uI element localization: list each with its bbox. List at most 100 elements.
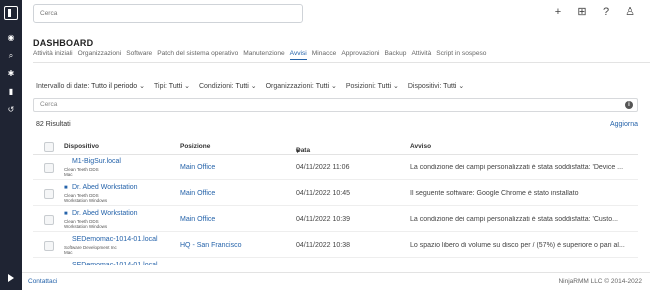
tab-10[interactable]: Script in sospeso	[436, 50, 486, 60]
app-logo-icon[interactable]	[4, 6, 18, 20]
alerts-table-body: M1-BigSur.local Clean Teeth DDS Mac Main Of…	[33, 155, 638, 265]
search-icon[interactable]: ⌕	[0, 51, 22, 61]
table-row[interactable]: M1-BigSur.local Clean Teeth DDS Mac Main Of…	[33, 155, 638, 180]
filter-0[interactable]: Intervallo di date: Tutto il periodo ⌄	[36, 82, 145, 90]
grid-icon[interactable]: ⊞	[576, 6, 588, 18]
filter-value: Tutti	[315, 83, 330, 90]
device-name: SEDemomac-1014-01.local	[71, 236, 158, 243]
alert-date: 04/11/2022 10:45	[296, 190, 350, 197]
chevron-down-icon: ⌄	[248, 83, 257, 90]
filter-3[interactable]: Organizzazioni: Tutti ⌄	[266, 82, 337, 90]
chevron-down-icon: ⌄	[182, 83, 190, 90]
filter-value: Tutti	[377, 83, 392, 90]
copyright: NinjaRMM LLC © 2014-2022	[558, 278, 642, 285]
refresh-link[interactable]: Aggiorna	[610, 121, 638, 128]
top-actions: + ⊞ ? ♙	[552, 6, 636, 18]
position-link[interactable]: Main Office	[180, 190, 215, 197]
filter-value: Tutto il periodo	[91, 83, 138, 90]
plus-icon[interactable]: +	[552, 6, 564, 18]
device-link[interactable]: M1-BigSur.local	[64, 158, 121, 165]
filter-label: Condizioni:	[198, 83, 234, 90]
filter-label: Intervallo di date:	[36, 83, 90, 90]
device-type: Mac	[64, 250, 73, 255]
user-icon[interactable]: ♙	[624, 6, 636, 18]
device-type: Workstation Windows	[64, 198, 108, 203]
row-checkbox[interactable]	[44, 189, 54, 199]
column-device[interactable]: Dispositivo	[64, 143, 99, 150]
tab-8[interactable]: Backup	[384, 50, 406, 60]
alert-date: 04/11/2022 10:38	[296, 242, 350, 249]
help-icon[interactable]: ?	[600, 6, 612, 18]
contact-link[interactable]: Contattaci	[28, 278, 57, 285]
device-name: Dr. Abed Workstation	[71, 184, 138, 191]
global-search-input[interactable]: Cerca	[33, 4, 303, 23]
chevron-down-icon: ⌄	[391, 83, 399, 90]
filter-value: Tutti	[168, 83, 183, 90]
column-alert[interactable]: Avviso	[410, 143, 431, 150]
table-search-placeholder: Cerca	[40, 101, 58, 108]
tab-9[interactable]: Attività	[411, 50, 431, 60]
filter-5[interactable]: Dispositivi: Tutti ⌄	[408, 82, 464, 90]
select-all-checkbox[interactable]	[44, 142, 54, 152]
tab-4[interactable]: Manutenzione	[243, 50, 284, 60]
alert-text: La condizione dei campi personalizzati è…	[410, 164, 624, 171]
filter-1[interactable]: Tipi: Tutti ⌄	[154, 82, 190, 90]
filter-4[interactable]: Posizioni: Tutti ⌄	[346, 82, 399, 90]
dashboard-icon[interactable]: ◉	[0, 33, 22, 43]
table-row[interactable]: SEDemomac-1014-01.local Software Developm…	[33, 233, 638, 258]
left-rail: ◉ ⌕ ✱ ▮ ↺	[0, 0, 22, 290]
filter-value: Tutti	[235, 83, 249, 90]
main-area: Cerca + ⊞ ? ♙ DASHBOARD Attività inizial…	[22, 0, 650, 290]
history-icon[interactable]: ↺	[0, 105, 22, 115]
position-link[interactable]: HQ - San Francisco	[180, 242, 241, 249]
device-link[interactable]: SEDemomac-1014-01.local	[64, 262, 158, 265]
table-row[interactable]: ■ Dr. Abed Workstation Clean Teeth DDS Wor…	[33, 181, 638, 206]
table-header: Dispositivo Posizione Data ▾ Avviso	[33, 139, 638, 155]
chevron-down-icon: ⌄	[456, 83, 465, 90]
alert-text: La condizione dei campi personalizzati è…	[410, 216, 618, 223]
alert-date: 04/11/2022 10:39	[296, 216, 350, 223]
expand-icon[interactable]	[8, 274, 14, 282]
filter-value: Tutti	[443, 83, 457, 90]
filter-bar: Intervallo di date: Tutto il periodo ⌄ Ti…	[36, 82, 464, 90]
results-count: 82 Risultati	[36, 121, 71, 128]
table-search-input[interactable]: Cerca i	[33, 98, 638, 112]
row-checkbox[interactable]	[44, 215, 54, 225]
filter-label: Organizzazioni:	[265, 83, 314, 90]
windows-icon: ■	[64, 185, 68, 191]
tab-6[interactable]: Minacce	[312, 50, 337, 60]
tab-3[interactable]: Patch del sistema operativo	[157, 50, 238, 60]
row-checkbox[interactable]	[44, 163, 54, 173]
filter-2[interactable]: Condizioni: Tutti ⌄	[199, 82, 257, 90]
tab-1[interactable]: Organizzazioni	[78, 50, 122, 60]
position-link[interactable]: Main Office	[180, 216, 215, 223]
filter-label: Dispositivi:	[407, 83, 442, 90]
windows-icon: ■	[64, 211, 68, 217]
alert-text: Il seguente software: Google Chrome è st…	[410, 190, 579, 197]
dashboard-tabs: Attività iniziali Organizzazioni Software P…	[33, 50, 486, 60]
alert-date: 04/11/2022 11:06	[296, 164, 350, 171]
device-link[interactable]: ■ Dr. Abed Workstation	[64, 210, 138, 217]
tabs-divider	[33, 62, 650, 63]
device-name: SEDemomac-1014-01.local	[72, 262, 158, 265]
tab-7[interactable]: Approvazioni	[341, 50, 379, 60]
device-type: Workstation Windows	[64, 224, 108, 229]
table-row[interactable]: SEDemomac-1014-01.local	[33, 259, 638, 265]
chevron-down-icon: ⌄	[329, 83, 337, 90]
filter-label: Tipi:	[154, 83, 167, 90]
tab-0[interactable]: Attività iniziali	[33, 50, 73, 60]
tab-2[interactable]: Software	[126, 50, 152, 60]
position-link[interactable]: Main Office	[180, 164, 215, 171]
info-icon[interactable]: i	[625, 101, 633, 109]
row-checkbox[interactable]	[44, 241, 54, 251]
footer: Contattaci NinjaRMM LLC © 2014-2022	[22, 272, 650, 290]
tab-5[interactable]: Avvisi	[289, 50, 307, 60]
document-icon[interactable]: ▮	[0, 87, 22, 97]
column-position[interactable]: Posizione	[180, 143, 210, 150]
settings-icon[interactable]: ✱	[0, 69, 22, 79]
table-row[interactable]: ■ Dr. Abed Workstation Clean Teeth DDS Wor…	[33, 207, 638, 232]
alert-text: Lo spazio libero di volume su disco per …	[410, 242, 625, 249]
filter-label: Posizioni:	[345, 83, 376, 90]
device-link[interactable]: SEDemomac-1014-01.local	[64, 236, 158, 243]
device-link[interactable]: ■ Dr. Abed Workstation	[64, 184, 138, 191]
